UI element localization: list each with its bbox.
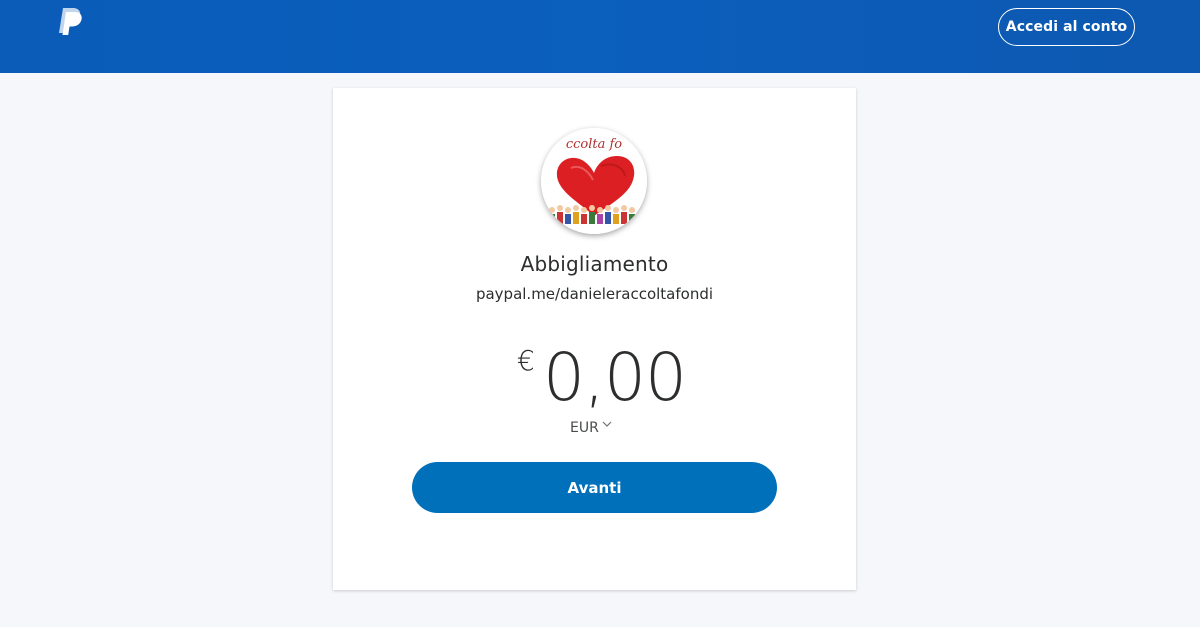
payment-card: ccolta fo Abbigliamento paypal.me/daniel… xyxy=(333,88,856,590)
amount-input[interactable]: € 0,00 xyxy=(333,340,856,416)
currency-code: EUR xyxy=(570,420,599,436)
paypal-logo-icon[interactable] xyxy=(54,6,86,38)
paypal-me-link: paypal.me/danieleraccoltafondi xyxy=(475,285,714,303)
top-header: Accedi al conto xyxy=(0,0,1200,73)
avatar-caption: ccolta fo xyxy=(566,137,622,152)
currency-symbol: € xyxy=(517,344,535,377)
chevron-down-icon xyxy=(602,421,612,427)
login-button[interactable]: Accedi al conto xyxy=(998,8,1135,46)
amount-value[interactable]: 0,00 xyxy=(543,340,687,416)
currency-select[interactable]: EUR xyxy=(570,418,612,438)
profile-avatar: ccolta fo xyxy=(541,128,647,234)
next-button[interactable]: Avanti xyxy=(412,462,777,513)
recipient-name: Abbigliamento xyxy=(520,252,669,276)
